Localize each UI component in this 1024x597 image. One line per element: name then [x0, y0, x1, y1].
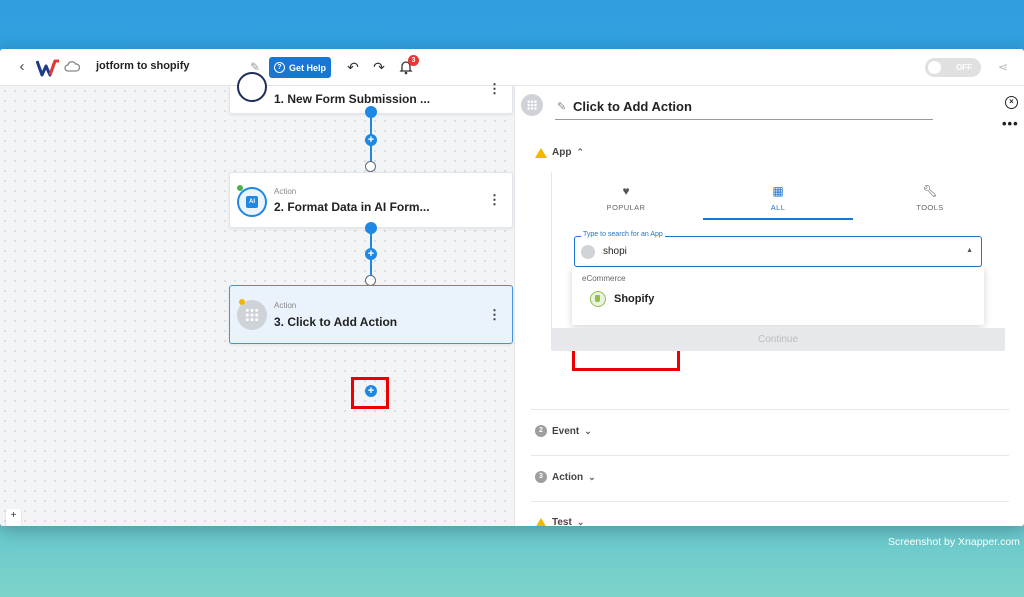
section-action-label: Action: [552, 471, 584, 483]
search-value: shopi: [603, 246, 627, 257]
redo-icon[interactable]: ↷: [371, 59, 387, 75]
tab-label: ALL: [770, 203, 786, 212]
app-search-input[interactable]: Type to search for an App shopi ▲: [574, 231, 982, 267]
get-help-button[interactable]: ? Get Help: [269, 57, 331, 78]
node-title: 3. Click to Add Action: [274, 315, 398, 329]
chevron-down-icon: ⌄: [584, 425, 592, 436]
toggle-label: OFF: [956, 63, 972, 72]
cloud-icon: [64, 61, 80, 72]
tab-popular[interactable]: ♥ POPULAR: [551, 178, 701, 218]
app-search-dropdown: eCommerce Shopify: [572, 267, 984, 325]
add-step-icon[interactable]: +: [365, 134, 377, 146]
search-label: Type to search for an App: [581, 231, 665, 238]
heart-icon: ♥: [622, 184, 630, 198]
close-icon[interactable]: ×: [1005, 96, 1018, 109]
get-help-label: Get Help: [288, 62, 326, 73]
panel-title[interactable]: Click to Add Action: [573, 99, 692, 114]
workflow-toggle[interactable]: OFF: [925, 58, 981, 77]
toggle-knob: [928, 61, 941, 74]
chevron-up-icon: ⌃: [576, 147, 584, 157]
option-label: Shopify: [614, 293, 655, 305]
dropdown-option-shopify[interactable]: Shopify: [590, 291, 654, 307]
section-test-label: Test: [552, 517, 572, 526]
back-icon[interactable]: ‹: [14, 58, 30, 76]
node-menu-icon[interactable]: ⋮: [488, 308, 501, 321]
ai-format-icon: AI: [237, 187, 267, 217]
edit-icon[interactable]: ✎: [557, 100, 569, 113]
connector-endpoint: [365, 161, 376, 172]
step-number-badge: 3: [535, 471, 547, 483]
active-tab-indicator: [703, 218, 853, 220]
section-event-label: Event: [552, 425, 580, 437]
section-action-header[interactable]: 3 Action ⌄: [535, 471, 596, 483]
watermark-text: Screenshot by Xnapper.com: [888, 536, 1020, 548]
warning-dot: [239, 299, 245, 305]
status-dot: [237, 185, 243, 191]
node-type: Action: [274, 301, 297, 310]
section-app-label: App: [552, 147, 572, 158]
app-avatar-icon: [581, 245, 595, 259]
workflow-canvas[interactable]: 1. New Form Submission ... ⋮ + AI Action…: [0, 72, 514, 526]
workflow-node-add-action[interactable]: Action 3. Click to Add Action ⋮: [229, 285, 513, 344]
highlight-box: [351, 377, 389, 409]
tab-tools[interactable]: 🔧︎ TOOLS: [855, 178, 1005, 218]
continue-button[interactable]: Continue: [551, 328, 1005, 351]
action-config-panel: ✎ Click to Add Action × ••• App ⌃ ♥ POPU…: [514, 86, 1024, 526]
zoom-out-icon[interactable]: −: [6, 524, 21, 527]
zoom-controls: + − ⛶ 🔒: [6, 509, 21, 526]
help-icon: ?: [273, 62, 285, 73]
node-title: 1. New Form Submission ...: [274, 92, 431, 106]
caret-up-icon[interactable]: ▲: [966, 247, 973, 254]
undo-icon[interactable]: ↶: [345, 59, 361, 75]
tab-all[interactable]: ▦ ALL: [703, 178, 853, 218]
divider: [531, 409, 1009, 410]
workflow-node-format-data[interactable]: AI Action 2. Format Data in AI Form... ⋮: [229, 172, 513, 228]
top-bar: ‹ jotform to shopify ✎ ? Get Help ↶ ↷ 3 …: [0, 49, 1024, 86]
section-app-header[interactable]: App ⌃: [535, 147, 584, 158]
tab-label: TOOLS: [916, 203, 944, 212]
title-underline: [555, 119, 933, 120]
zoom-in-icon[interactable]: +: [6, 509, 21, 524]
tab-label: POPULAR: [606, 203, 646, 212]
section-event-header[interactable]: 2 Event ⌄: [535, 425, 592, 437]
chevron-down-icon: ⌄: [588, 471, 596, 482]
trigger-icon: [237, 72, 267, 102]
divider: [531, 455, 1009, 456]
wrench-icon: 🔧︎: [922, 184, 938, 198]
share-icon[interactable]: ⋖: [996, 60, 1010, 74]
workflow-title: jotform to shopify: [96, 60, 190, 72]
add-step-icon[interactable]: +: [365, 248, 377, 260]
node-type: Action: [274, 187, 297, 196]
warning-icon: [535, 517, 547, 526]
more-options-icon[interactable]: •••: [1002, 116, 1019, 131]
app-grid-icon: [521, 94, 543, 116]
app-logo[interactable]: [36, 58, 60, 78]
grid-icon: ▦: [772, 184, 784, 198]
section-test-header[interactable]: Test ⌄: [535, 517, 584, 526]
dropdown-group-label: eCommerce: [582, 274, 626, 283]
ai-badge: AI: [246, 196, 258, 208]
app-tabs: ♥ POPULAR ▦ ALL 🔧︎ TOOLS: [551, 178, 1005, 220]
node-menu-icon[interactable]: ⋮: [488, 82, 501, 95]
step-number-badge: 2: [535, 425, 547, 437]
node-title: 2. Format Data in AI Form...: [274, 200, 430, 214]
warning-icon: [535, 147, 547, 158]
divider: [531, 501, 1009, 502]
app-window: ‹ jotform to shopify ✎ ? Get Help ↶ ↷ 3 …: [0, 49, 1024, 526]
notification-badge: 3: [408, 55, 419, 66]
chevron-down-icon: ⌄: [576, 517, 585, 526]
node-menu-icon[interactable]: ⋮: [488, 193, 501, 206]
shopify-logo-icon: [590, 291, 606, 307]
